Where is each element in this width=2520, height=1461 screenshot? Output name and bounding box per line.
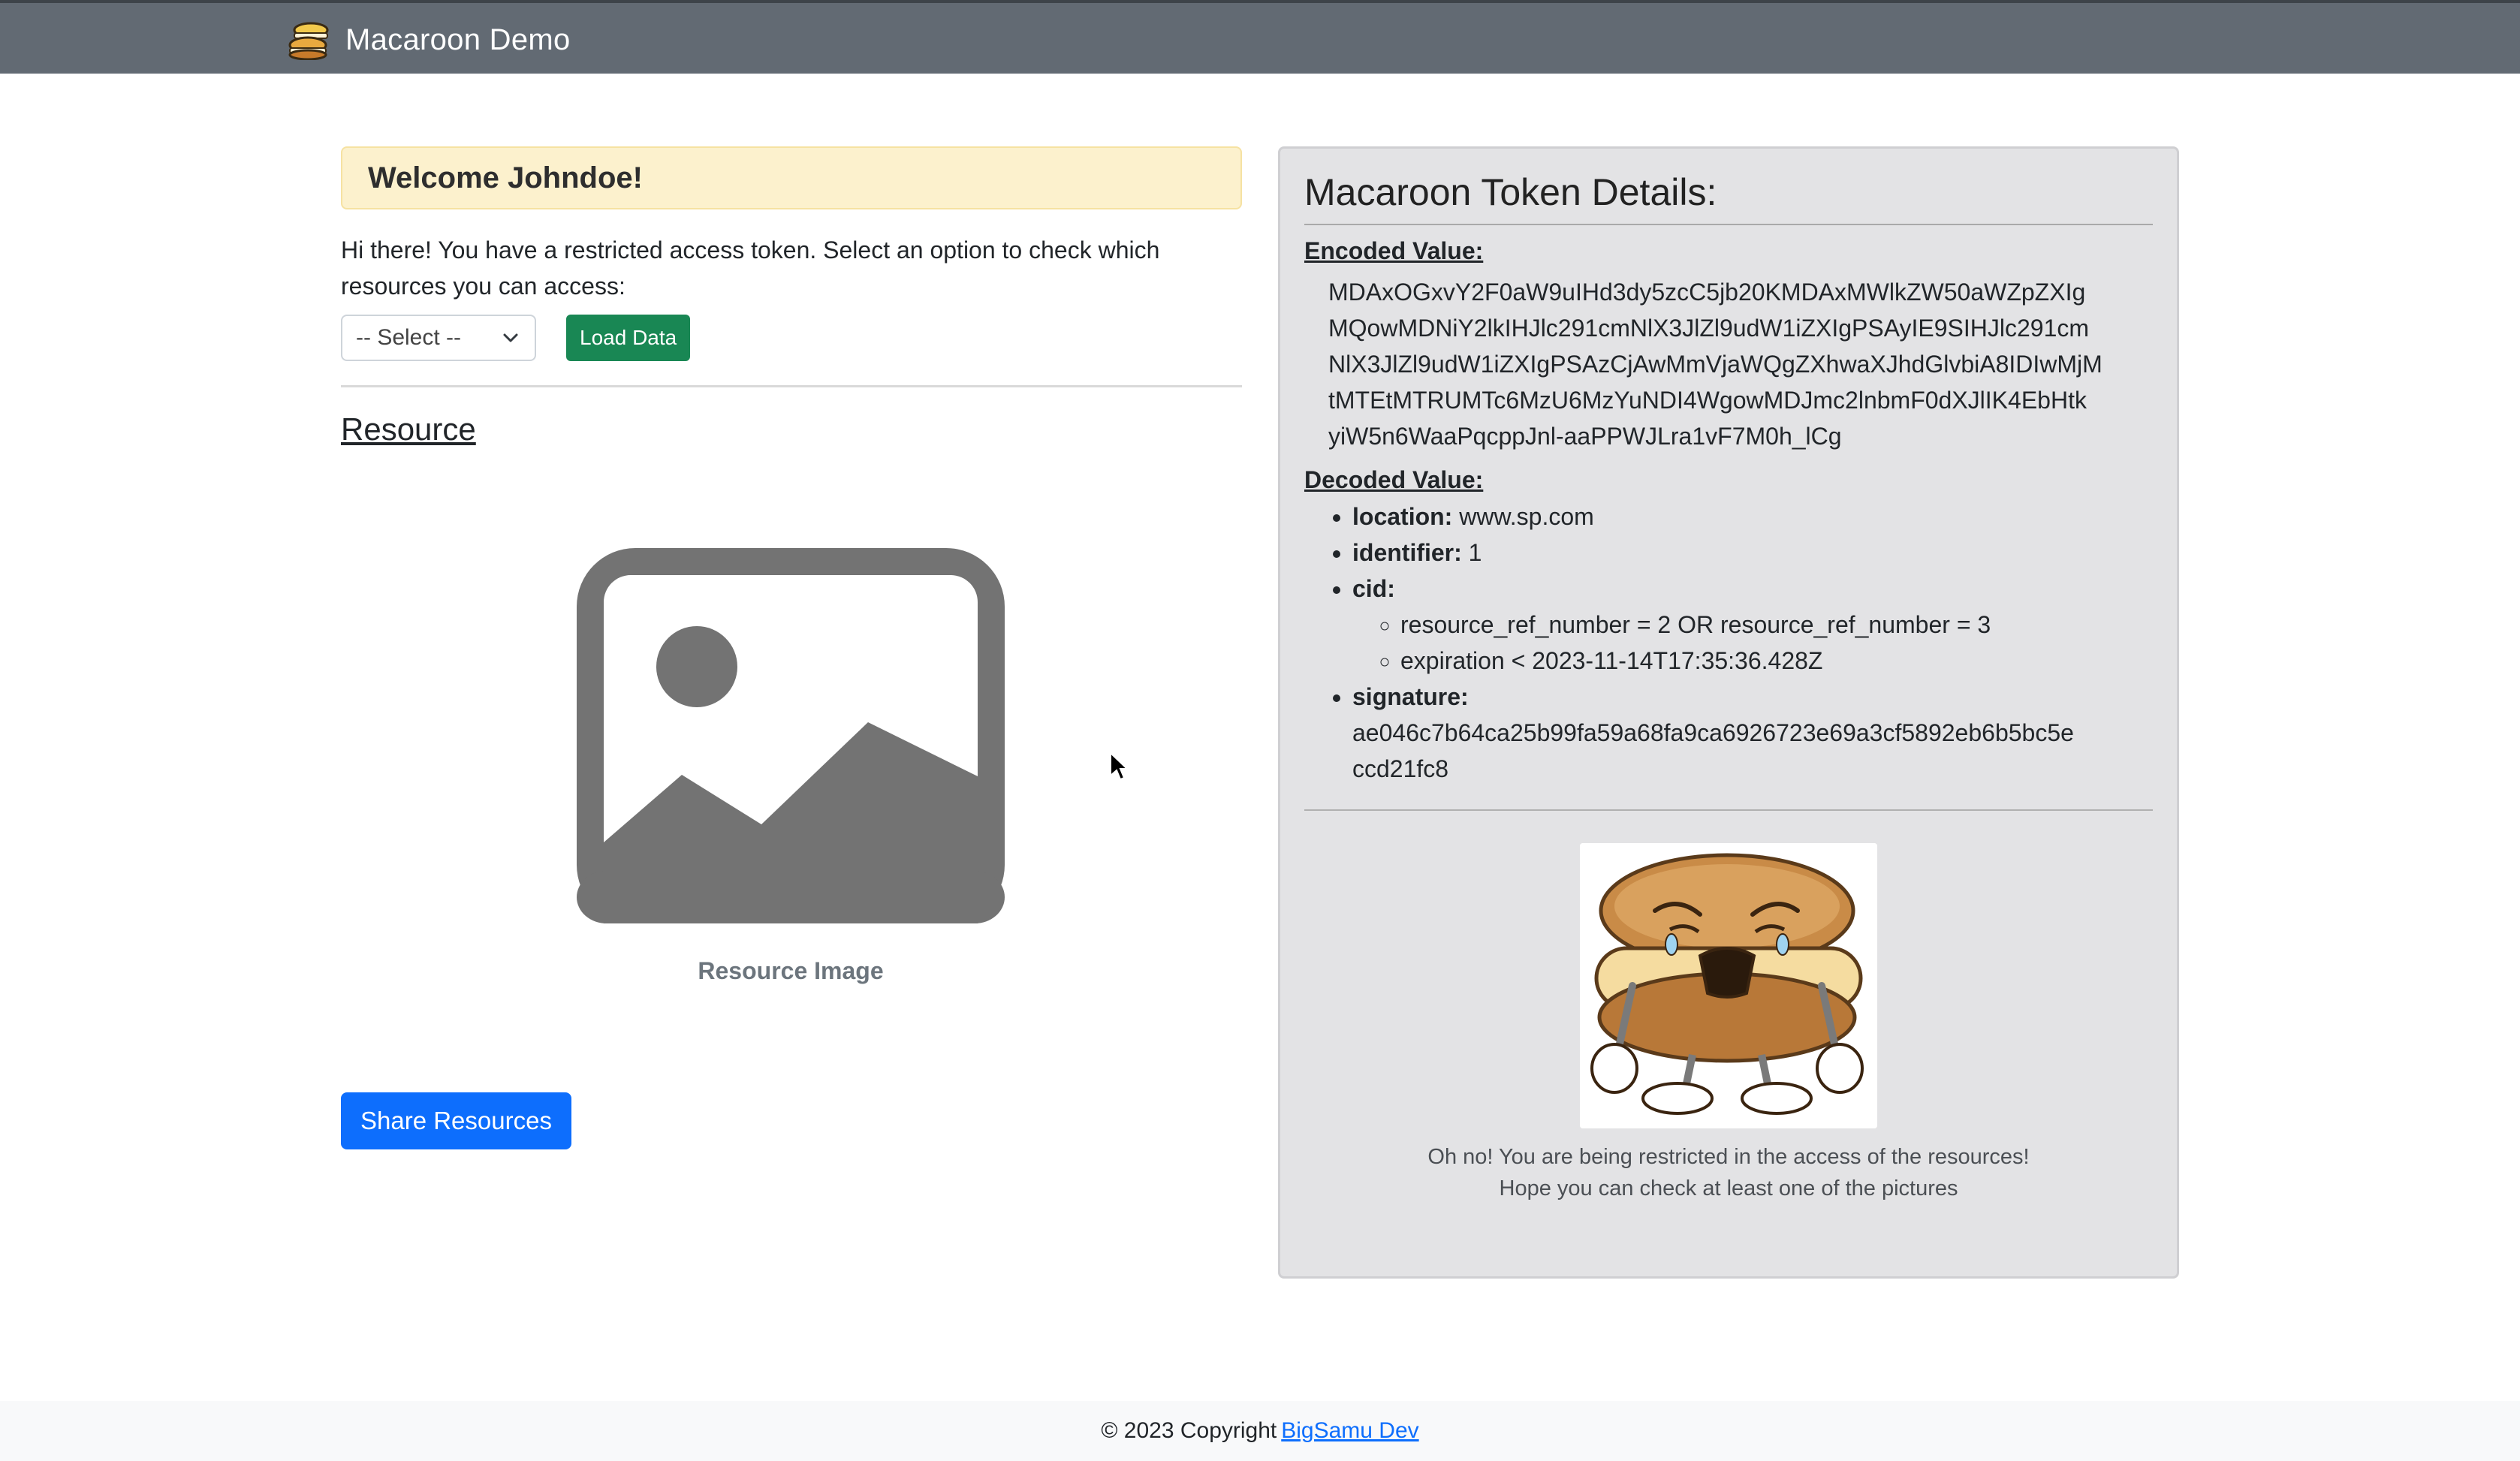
location-value: www.sp.com <box>1459 503 1594 530</box>
cid-list: resource_ref_number = 2 OR resource_ref_… <box>1352 607 2153 679</box>
brand-title: Macaroon Demo <box>345 23 571 56</box>
select-value: -- Select -- <box>356 325 462 350</box>
resource-image-caption: Resource Image <box>698 957 884 984</box>
left-column: Welcome Johndoe! Hi there! You have a re… <box>341 146 1242 1149</box>
signature-line: ae046c7b64ca25b99fa59a68fa9ca6926723e69a… <box>1352 719 2074 746</box>
chevron-down-icon <box>503 333 518 342</box>
resource-heading: Resource <box>341 411 476 447</box>
load-data-button[interactable]: Load Data <box>566 315 691 361</box>
welcome-alert: Welcome Johndoe! <box>341 146 1242 209</box>
cid-key: cid: <box>1352 575 1395 602</box>
encoded-line: MDAxOGxvY2F0aW9uIHd3dy5zcC5jb20KMDAxMWlk… <box>1328 279 2086 306</box>
token-details-panel: Macaroon Token Details: Encoded Value: M… <box>1278 146 2179 1279</box>
encoded-line: MQowMDNiY2lkIHJlc291cmNlX3JlZl9udW1iZXIg… <box>1328 315 2090 342</box>
panel-title: Macaroon Token Details: <box>1304 171 1717 213</box>
encoded-line: NlX3JlZl9udW1iZXIgPSAzCjAwMmVjaWQgZXhwaX… <box>1328 351 2103 378</box>
image-placeholder-icon <box>577 548 1005 923</box>
decoded-label: Decoded Value: <box>1304 466 1484 493</box>
decoded-signature: signature: ae046c7b64ca25b99fa59a68fa9ca… <box>1352 679 2153 787</box>
panel-divider <box>1304 809 2153 811</box>
cid-item: resource_ref_number = 2 OR resource_ref_… <box>1400 607 2153 643</box>
author-link[interactable]: BigSamu Dev <box>1281 1418 1418 1444</box>
identifier-key: identifier: <box>1352 539 1462 566</box>
resource-image-figure: Resource Image <box>577 548 1005 985</box>
cid-item: expiration < 2023-11-14T17:35:36.428Z <box>1400 643 2153 679</box>
share-resources-button[interactable]: Share Resources <box>341 1092 571 1149</box>
encoded-line: tMTEtMTRUMTc6MzU6MzYuNDI4WgowMDJmc2lnbmF… <box>1328 387 2087 414</box>
encoded-line: yiW5n6WaaPqcppJnl-aaPPWJLra1vF7M0h_lCg <box>1328 423 1842 450</box>
intro-text: Hi there! You have a restricted access t… <box>341 236 1160 300</box>
welcome-text: Welcome Johndoe! <box>368 161 643 194</box>
brand-link[interactable]: Macaroon Demo <box>285 20 571 60</box>
macaroon-logo-icon <box>288 22 329 60</box>
crying-macaroon-image <box>1580 843 1877 1128</box>
decoded-list: location: www.sp.com identifier: 1 cid: … <box>1304 499 2153 787</box>
navbar: Macaroon Demo <box>0 0 2520 74</box>
decoded-identifier: identifier: 1 <box>1352 535 2153 571</box>
decoded-cid: cid: resource_ref_number = 2 OR resource… <box>1352 571 2153 679</box>
identifier-value: 1 <box>1468 539 1482 566</box>
restriction-message: Oh no! You are being restricted in the a… <box>1280 1141 2177 1204</box>
signature-line: ccd21fc8 <box>1352 755 1449 782</box>
restriction-line: Hope you can check at least one of the p… <box>1499 1176 1958 1200</box>
resource-select[interactable]: -- Select -- <box>341 315 536 361</box>
signature-key: signature: <box>1352 683 1469 710</box>
copyright-text: © 2023 Copyright <box>1101 1418 1277 1443</box>
restriction-line: Oh no! You are being restricted in the a… <box>1427 1145 2030 1169</box>
footer: © 2023 Copyright BigSamu Dev <box>0 1401 2520 1461</box>
controls-row: -- Select -- Load Data <box>341 315 1242 361</box>
decoded-location: location: www.sp.com <box>1352 499 2153 535</box>
divider <box>341 385 1242 387</box>
location-key: location: <box>1352 503 1453 530</box>
encoded-value: MDAxOGxvY2F0aW9uIHd3dy5zcC5jb20KMDAxMWlk… <box>1304 274 2153 454</box>
encoded-label: Encoded Value: <box>1304 237 1484 264</box>
panel-divider <box>1304 224 2153 225</box>
mouse-cursor-icon <box>1110 752 1129 781</box>
